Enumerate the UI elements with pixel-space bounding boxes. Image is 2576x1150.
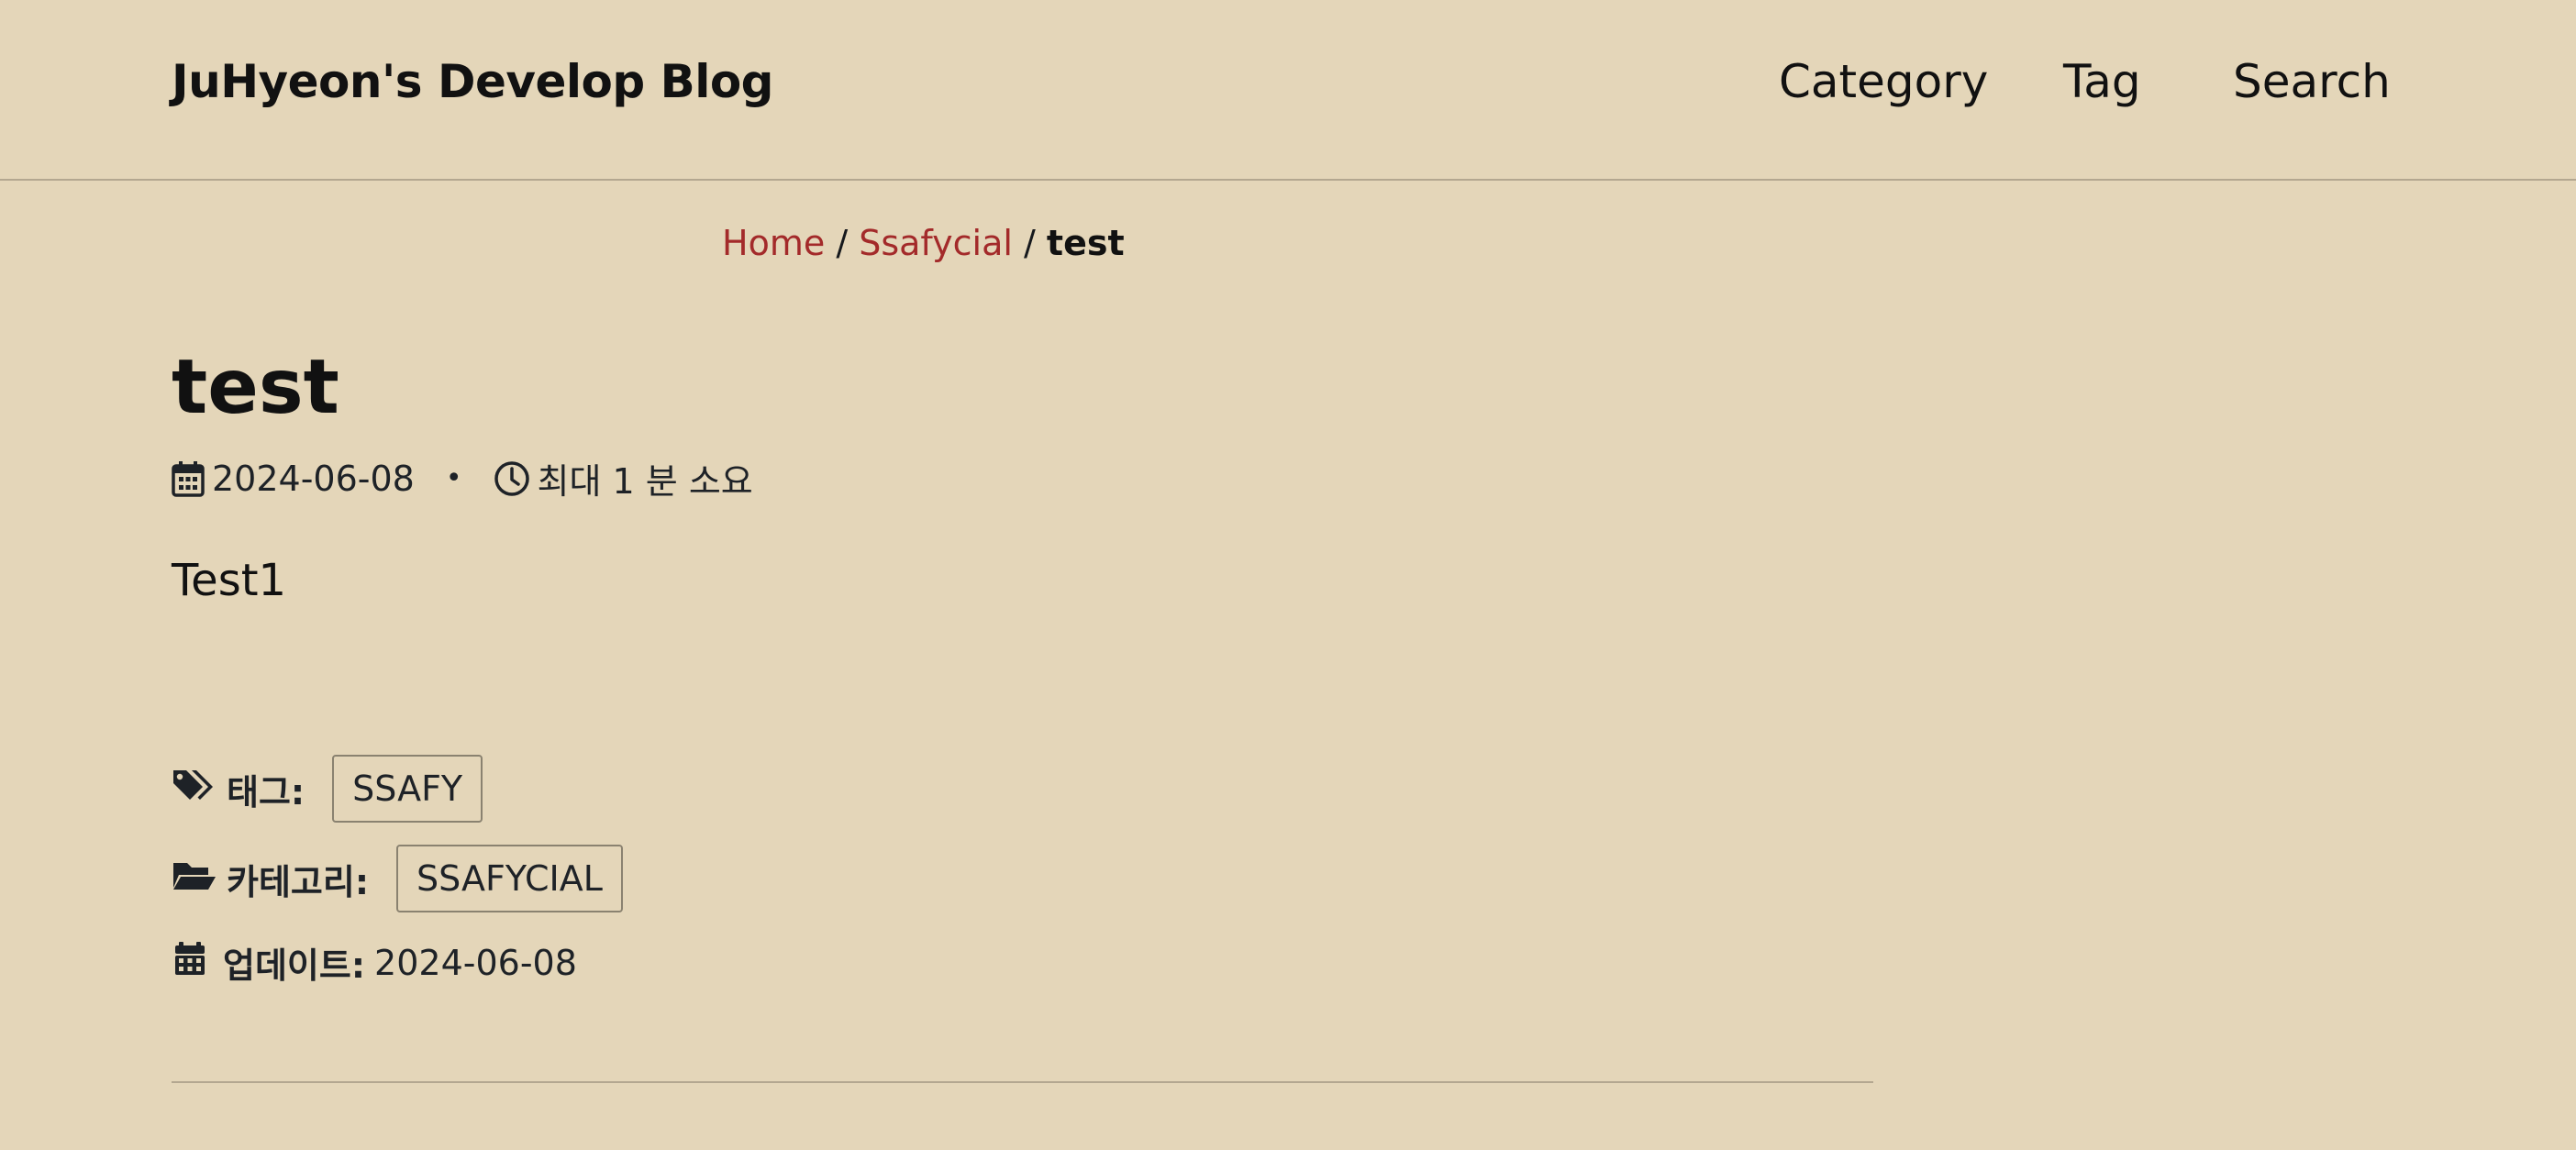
page-meta: 2024-06-08 • 최대 1 분 소요 [172,453,753,503]
categories-label: 카테고리: [227,861,370,902]
updated-label: 업데이트: [223,945,366,986]
folder-open-icon [172,857,217,901]
breadcrumb-home-link[interactable]: Home [722,223,825,263]
meta-separator: • [445,462,462,494]
post-updated: 업데이트: 2024-06-08 [172,937,577,988]
nav-tag-link[interactable]: Tag [2063,55,2141,108]
post-categories: 카테고리: SSAFYCIAL [172,845,623,912]
clock-icon [494,460,530,497]
nav-search-link[interactable]: Search [2233,55,2391,108]
calendar-icon [172,460,205,497]
breadcrumb-separator: / [1024,223,1036,263]
post-date: 2024-06-08 [212,458,415,499]
tags-icon [172,767,217,812]
tag-link[interactable]: SSAFY [332,755,483,823]
read-time: 최대 1 분 소요 [537,461,753,502]
site-title-link[interactable]: JuHyeon's Develop Blog [172,55,773,108]
post-content: Test1 [172,555,287,606]
breadcrumb-separator: / [836,223,849,263]
masthead: JuHyeon's Develop Blog Category Tag Sear… [0,0,2576,181]
breadcrumb: Home / Ssafycial / test [722,223,1125,263]
breadcrumb-current: test [1046,223,1125,263]
calendar-icon [172,940,214,985]
page-title: test [172,344,339,431]
post-tags: 태그: SSAFY [172,755,483,823]
nav-category-link[interactable]: Category [1779,55,1988,108]
breadcrumb-section-link[interactable]: Ssafycial [859,223,1013,263]
tags-label: 태그: [227,771,305,813]
page-divider [172,1081,1873,1083]
updated-date: 2024-06-08 [374,942,577,983]
category-link[interactable]: SSAFYCIAL [396,845,623,912]
